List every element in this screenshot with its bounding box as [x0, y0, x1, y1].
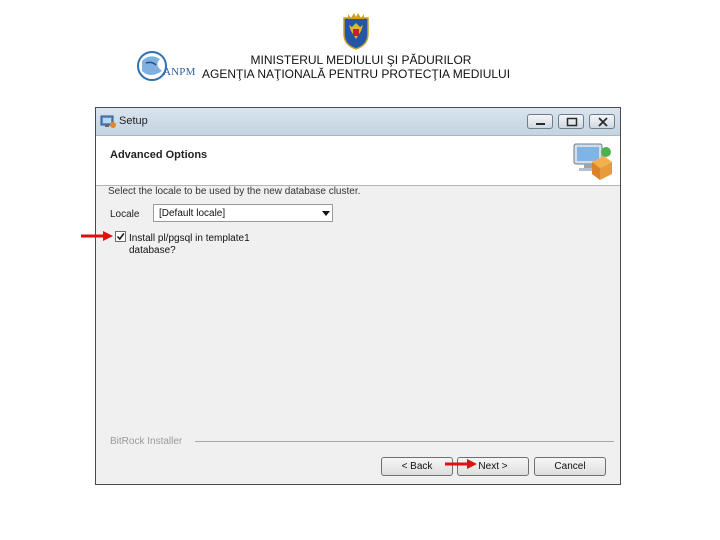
locale-dropdown[interactable]: [Default locale] [153, 204, 333, 222]
dropdown-arrow-icon [322, 211, 330, 216]
locale-instruction: Select the locale to be used by the new … [108, 186, 361, 197]
minimize-icon [536, 123, 545, 125]
maximize-icon [566, 117, 578, 127]
checkbox-pointer-arrow-icon [81, 231, 113, 241]
dialog-header: Advanced Options [96, 136, 620, 186]
anpm-logo-label: ANPM [163, 66, 196, 78]
back-button[interactable]: < Back [381, 457, 453, 476]
setup-window: Setup Advanced Options Select the locale… [95, 107, 621, 485]
close-button[interactable] [589, 114, 615, 129]
maximize-button[interactable] [558, 114, 584, 129]
page-title: Advanced Options [110, 149, 208, 161]
locale-selected-value: [Default locale] [159, 208, 226, 219]
next-pointer-arrow-icon [445, 459, 477, 469]
title-bar[interactable]: Setup [96, 108, 620, 136]
ministry-name: MINISTERUL MEDIULUI ŞI PĂDURILOR [250, 53, 472, 67]
cancel-button[interactable]: Cancel [534, 457, 606, 476]
computer-box-icon [573, 143, 612, 180]
romania-coat-of-arms-icon [343, 13, 369, 50]
install-plpgsql-label: Install pl/pgsql in template1 database? [129, 233, 250, 256]
installer-brand: BitRock Installer [110, 436, 183, 447]
window-title: Setup [119, 115, 148, 127]
footer-divider [195, 441, 614, 442]
minimize-button[interactable] [527, 114, 553, 129]
locale-label: Locale [110, 209, 140, 220]
app-icon [100, 115, 116, 128]
close-icon [598, 117, 608, 127]
agency-name: AGENŢIA NAŢIONALĂ PENTRU PROTECŢIA MEDIU… [202, 67, 511, 81]
install-plpgsql-checkbox[interactable] [115, 231, 126, 242]
checkmark-icon [116, 233, 125, 241]
